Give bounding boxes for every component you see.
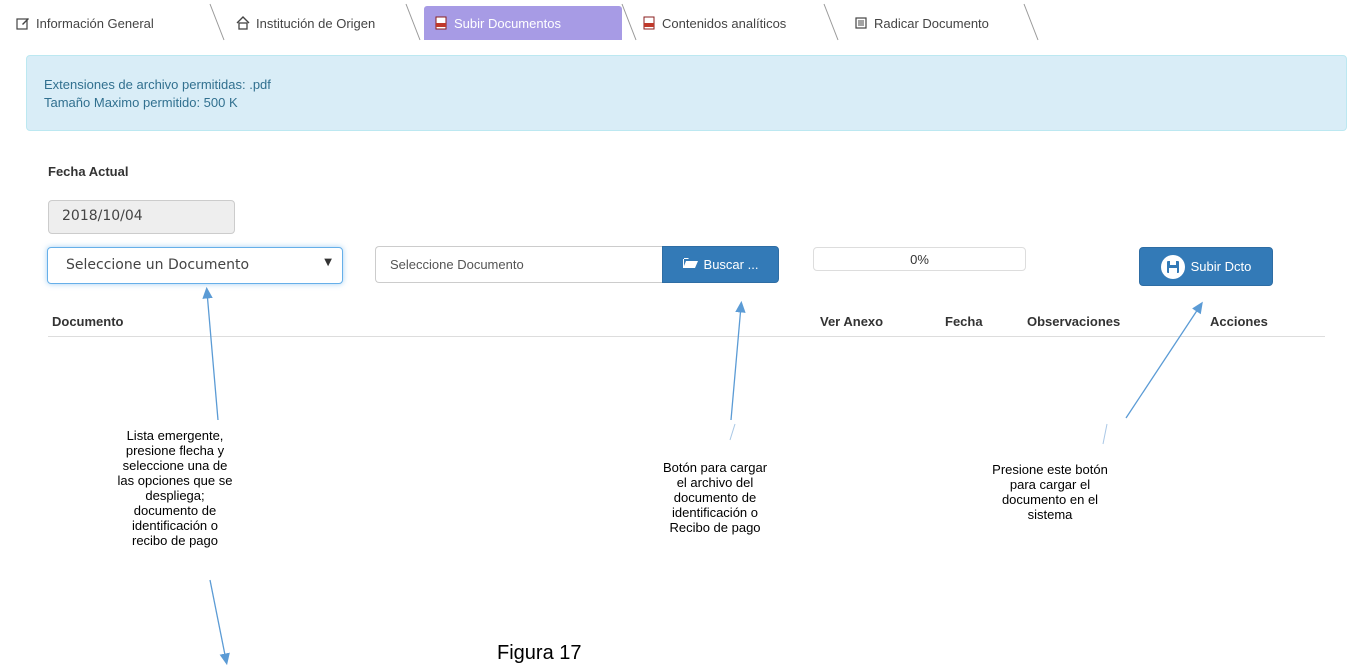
- annotation-line: sistema: [1027, 507, 1073, 522]
- tab-label: Contenidos analíticos: [662, 15, 787, 31]
- annotation-line: identificación o: [132, 518, 218, 533]
- annotation-line: Botón para cargar: [662, 460, 768, 475]
- tab-contenidos-analiticos[interactable]: Contenidos analíticos: [632, 6, 796, 40]
- document-type-select[interactable]: Seleccione un Documento ▼: [47, 247, 343, 284]
- buscar-arrow: [730, 300, 746, 421]
- header-observaciones: Observaciones: [1027, 314, 1121, 329]
- list-icon: [854, 16, 868, 30]
- buscar-arrow-tail: [729, 423, 736, 441]
- save-icon: [1160, 254, 1185, 279]
- alert-size-text: Tamaño Maximo permitido: 500 K: [44, 95, 238, 110]
- fecha-actual-label: Fecha Actual: [48, 164, 129, 179]
- annotation-line: el archivo del: [676, 475, 754, 490]
- home-icon: [236, 16, 250, 30]
- figure-caption: Figura 17: [497, 642, 582, 664]
- subir-label: Subir Dcto: [1190, 259, 1252, 274]
- tab-subir-documentos[interactable]: Subir Documentos: [424, 6, 622, 40]
- annotation-line: seleccione una de: [122, 458, 228, 473]
- tab-separator: [405, 3, 421, 41]
- pdf-icon: [434, 16, 448, 30]
- header-fecha: Fecha: [945, 314, 983, 329]
- subir-arrow-tail: [1102, 423, 1108, 445]
- tab-label: Radicar Documento: [874, 15, 989, 31]
- progress-text: 0%: [910, 252, 929, 267]
- buscar-label: Buscar ...: [703, 257, 759, 272]
- tab-label: Institución de Origen: [256, 15, 376, 31]
- annotation-line: documento en el: [1001, 492, 1099, 507]
- annotation-line: presione flecha y: [125, 443, 225, 458]
- select-arrow: [202, 286, 219, 421]
- tab-label: Subir Documentos: [454, 15, 561, 31]
- tab-separator: [1023, 3, 1039, 41]
- annotation-line: identificación o: [672, 505, 758, 520]
- table-header-divider: [48, 336, 1325, 337]
- pdf-icon: [642, 16, 656, 30]
- edit-icon: [16, 16, 30, 30]
- caret-down-icon: ▼: [324, 257, 332, 268]
- select-annotation: Lista emergente, presione flecha y selec…: [100, 428, 250, 548]
- tab-institucion-origen[interactable]: Institución de Origen: [226, 6, 385, 40]
- annotation-line: despliega;: [145, 488, 205, 503]
- annotation-line: recibo de pago: [131, 533, 218, 548]
- buscar-annotation: Botón para cargar el archivo del documen…: [640, 460, 790, 535]
- folder-open-icon: [682, 257, 698, 272]
- select-arrow-down: [209, 579, 230, 666]
- file-name-input[interactable]: Seleccione Documento: [375, 246, 663, 283]
- annotation-line: documento de: [133, 503, 217, 518]
- info-alert: Extensiones de archivo permitidas: .pdf …: [26, 55, 1347, 131]
- upload-progress-bar: 0%: [813, 247, 1026, 271]
- fecha-actual-field: 2018/10/04: [48, 200, 235, 234]
- tab-separator: [823, 3, 839, 41]
- annotation-line: documento de: [673, 490, 757, 505]
- header-acciones: Acciones: [1210, 314, 1268, 329]
- tab-bar: Información General Institución de Orige…: [0, 0, 1347, 42]
- subir-documento-button[interactable]: Subir Dcto: [1139, 247, 1273, 286]
- subir-annotation: Presione este botón para cargar el docum…: [975, 462, 1125, 522]
- select-value: Seleccione un Documento: [66, 257, 250, 273]
- tab-radicar-documento[interactable]: Radicar Documento: [844, 6, 999, 40]
- tab-informacion-general[interactable]: Información General: [6, 6, 164, 40]
- buscar-button[interactable]: Buscar ...: [662, 246, 779, 283]
- annotation-line: las opciones que se: [117, 473, 233, 488]
- tab-label: Información General: [36, 15, 154, 31]
- header-documento: Documento: [52, 314, 124, 329]
- subir-arrow: [1125, 301, 1203, 419]
- annotation-line: Lista emergente,: [126, 428, 224, 443]
- annotation-line: Presione este botón: [992, 462, 1108, 477]
- annotation-line: Recibo de pago: [669, 520, 761, 535]
- header-ver-anexo: Ver Anexo: [820, 314, 884, 329]
- annotation-line: para cargar el: [1009, 477, 1091, 492]
- tab-separator: [209, 3, 225, 41]
- alert-extensions-text: Extensiones de archivo permitidas: .pdf: [44, 77, 271, 92]
